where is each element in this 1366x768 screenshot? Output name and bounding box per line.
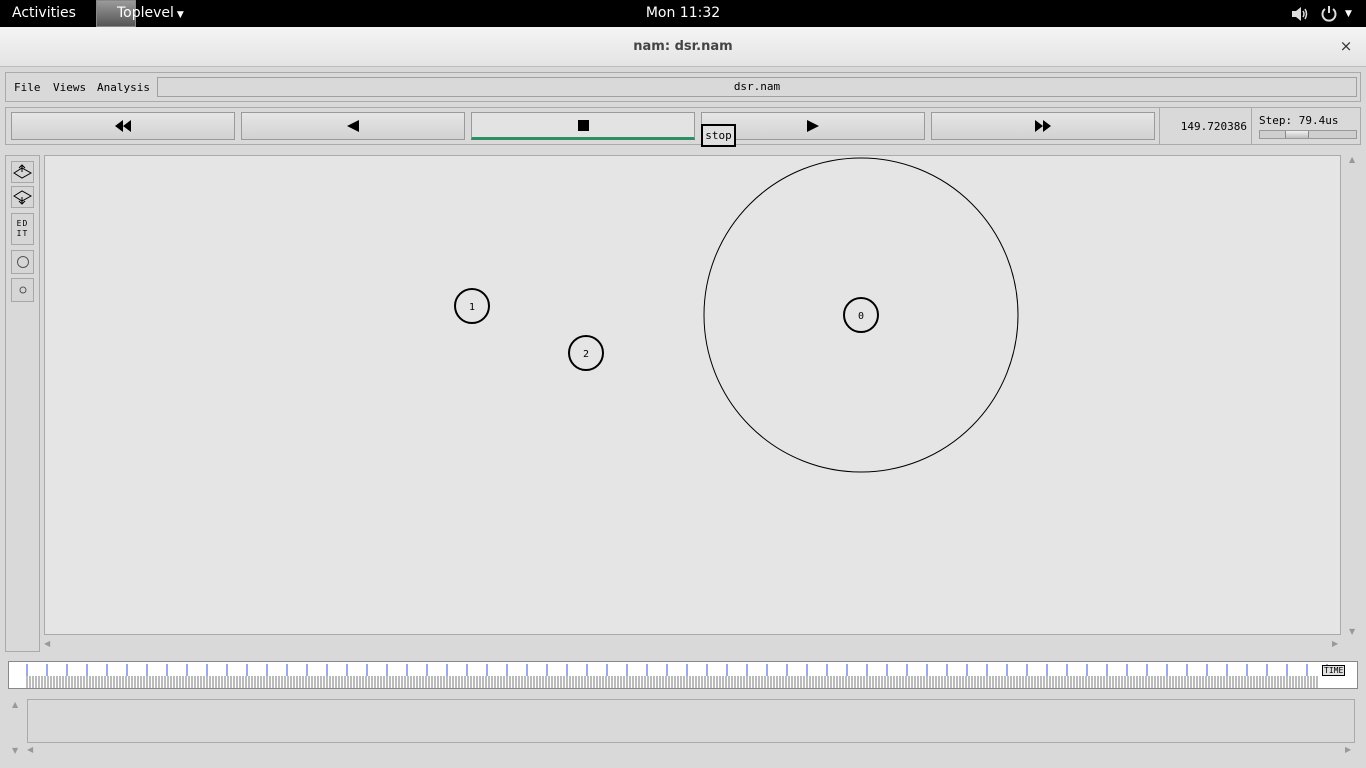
zoom-in-tool[interactable] [11,161,34,183]
time-readout: 149.720386 [1159,108,1251,144]
node-label: 1 [469,302,475,313]
circle-icon [16,256,29,268]
node-label: 2 [583,349,589,360]
annotation-vertical-scrollbar[interactable]: ▲ ▼ [10,700,23,756]
fast-rewind-button[interactable] [11,112,235,140]
stop-button[interactable] [471,112,695,140]
network-topology: 1 2 0 [454,157,1019,473]
close-button[interactable]: × [1338,37,1354,55]
app-menu[interactable]: Toplevel ▼ [117,5,184,21]
scroll-right-icon[interactable]: ▶ [1345,745,1351,754]
fast-forward-icon [1035,120,1051,132]
stop-icon [577,119,589,131]
scroll-left-icon[interactable]: ◀ [44,639,50,648]
step-slider[interactable] [1259,130,1357,139]
zoom-out-tool[interactable] [11,186,34,208]
system-top-bar: Activities Toplevel ▼ Mon 11:32 ▼ [0,0,1366,27]
chevron-down-icon: ▼ [176,10,184,20]
annotation-horizontal-scrollbar[interactable]: ◀ ▶ [27,745,1355,756]
network-canvas[interactable]: 1 2 0 [44,155,1341,635]
scroll-left-icon[interactable]: ◀ [27,745,33,754]
edit-tool[interactable]: ED IT [11,213,34,245]
window-title-bar: nam: dsr.nam × [0,27,1366,67]
chevron-down-icon[interactable]: ▼ [1345,9,1352,19]
play-icon [807,120,819,132]
zoom-out-icon [13,190,32,205]
time-slider-thumb[interactable]: TIME [1322,665,1346,676]
step-control: Step: 79.4us [1251,108,1360,144]
filename-display: dsr.nam [157,77,1357,97]
step-label: Step: 79.4us [1259,114,1339,127]
menu-bar: File Views Analysis dsr.nam [5,72,1361,102]
step-slider-thumb[interactable] [1285,131,1309,138]
menu-views[interactable]: Views [53,81,86,94]
time-slider[interactable]: TIME [8,661,1358,689]
menu-analysis[interactable]: Analysis [97,81,150,94]
edit-toolbar: ED IT [5,155,40,652]
annotation-list[interactable] [27,699,1355,743]
scroll-down-icon[interactable]: ▼ [1349,627,1355,636]
window-body: File Views Analysis dsr.nam stop 149.720… [0,67,1366,768]
activities-button[interactable]: Activities [12,5,76,21]
menu-file[interactable]: File [14,81,41,94]
small-circle-icon [19,286,26,294]
network-node[interactable]: 0 [843,297,879,333]
fast-forward-button[interactable] [931,112,1155,140]
scroll-down-icon[interactable]: ▼ [12,746,18,755]
rewind-icon [347,120,359,132]
zoom-in-icon [13,164,32,179]
power-icon[interactable] [1320,5,1338,22]
network-node[interactable]: 2 [568,335,604,371]
small-node-tool[interactable] [11,278,34,302]
scroll-right-icon[interactable]: ▶ [1332,639,1338,648]
playback-controls: stop 149.720386 Step: 79.4us [5,107,1361,147]
stop-tooltip: stop [701,124,736,147]
clock[interactable]: Mon 11:32 [0,5,1366,21]
canvas-frame: 1 2 0 ▲ ▼ ◀ ▶ [42,155,1362,652]
rewind-button[interactable] [241,112,465,140]
fast-rewind-icon [115,120,131,132]
large-node-tool[interactable] [11,250,34,274]
node-label: 0 [858,311,864,322]
network-node[interactable]: 1 [454,288,490,324]
scroll-up-icon[interactable]: ▲ [1349,155,1355,164]
app-menu-label: Toplevel [117,5,174,21]
horizontal-scrollbar[interactable]: ◀ ▶ [44,637,1341,651]
timeline-ticks [26,664,1328,688]
volume-icon[interactable] [1291,6,1309,22]
scroll-up-icon[interactable]: ▲ [12,700,18,709]
window-title: nam: dsr.nam [633,39,733,54]
vertical-scrollbar[interactable]: ▲ ▼ [1346,155,1360,639]
annotation-panel: ▲ ▼ ◀ ▶ [8,697,1358,759]
